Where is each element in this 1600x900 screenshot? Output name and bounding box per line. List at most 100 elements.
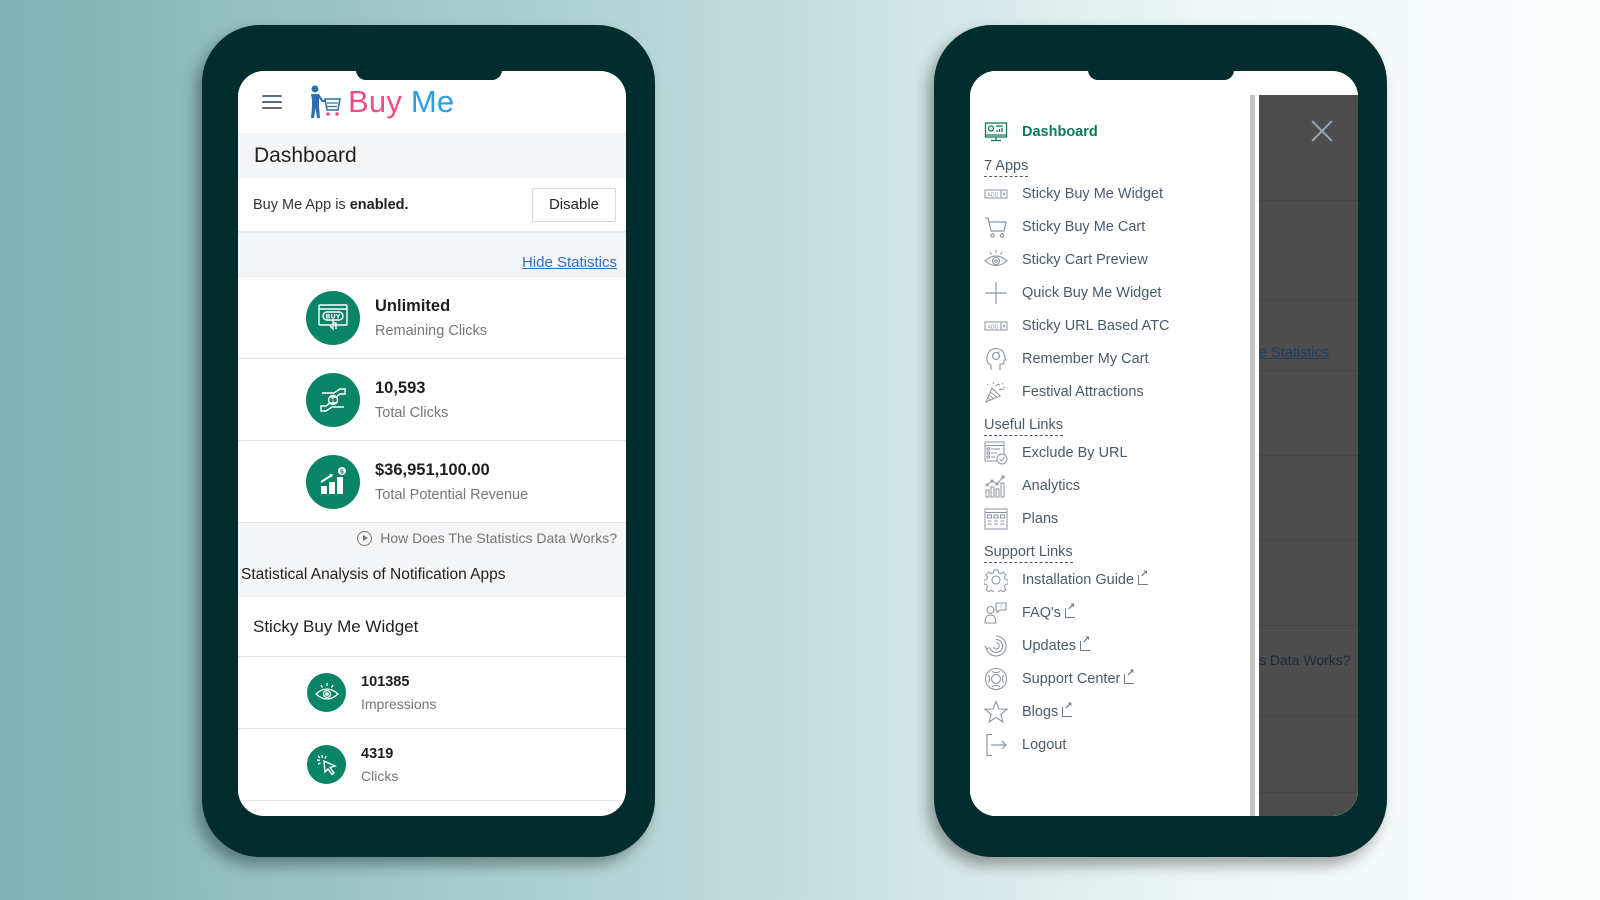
nav-item-label: Exclude By URL xyxy=(1022,444,1128,461)
svg-text:ADD: ADD xyxy=(987,192,998,198)
metric-label: Impressions xyxy=(361,695,437,712)
dashboard-monitor-icon xyxy=(984,120,1008,144)
stat-card-total-clicks: 1 10,593 Total Clicks xyxy=(238,359,626,441)
nav-item-updates[interactable]: Updates xyxy=(970,629,1250,662)
widget-metric-impressions: 101385 Impressions xyxy=(238,657,626,729)
nav-item-label: Sticky Buy Me Widget xyxy=(1022,185,1164,202)
buy-button-click-icon: BUY xyxy=(306,290,360,345)
nav-item-sticky-buy-me-widget[interactable]: ADD Sticky Buy Me Widget xyxy=(970,177,1250,210)
party-popper-icon xyxy=(984,380,1008,404)
faq-person-icon: ? xyxy=(984,601,1008,625)
page-title: Dashboard xyxy=(238,133,626,178)
external-link-icon xyxy=(1080,635,1090,651)
widget-metric-clicks: 4319 Clicks xyxy=(238,729,626,801)
nav-item-support-center[interactable]: Support Center xyxy=(970,662,1250,695)
hamburger-icon[interactable] xyxy=(262,95,282,109)
drawer-scrollbar[interactable] xyxy=(1250,95,1255,816)
external-link-icon xyxy=(1138,569,1148,585)
phone-frame-dashboard: Buy Me Dashboard Buy Me App is enabled. … xyxy=(202,25,655,857)
app-status-text: Buy Me App is enabled. xyxy=(253,196,409,213)
how-statistics-works-label: How Does The Statistics Data Works? xyxy=(380,530,617,546)
nav-item-label: Logout xyxy=(1022,736,1067,753)
app-logo: Buy Me xyxy=(306,84,454,120)
nav-item-sticky-cart-preview[interactable]: Sticky Cart Preview xyxy=(970,243,1250,276)
stat-label: Total Clicks xyxy=(375,404,449,421)
nav-item-label: FAQ's xyxy=(1022,604,1062,621)
nav-item-installation-guide[interactable]: Installation Guide xyxy=(970,563,1250,596)
nav-item-analytics[interactable]: Analytics xyxy=(970,469,1250,502)
nav-item-label: Blogs xyxy=(1022,703,1059,720)
svg-text:$: $ xyxy=(340,468,344,475)
logo-word-me: Me xyxy=(410,84,455,119)
logo-word-buy: Buy xyxy=(348,84,403,119)
lifebuoy-icon xyxy=(984,667,1008,691)
gear-icon xyxy=(984,568,1008,592)
nav-item-logout[interactable]: Logout xyxy=(970,728,1250,761)
status-state: enabled. xyxy=(349,196,409,213)
nav-item-remember-my-cart[interactable]: Remember My Cart xyxy=(970,342,1250,375)
logout-icon xyxy=(984,733,1008,757)
list-check-icon xyxy=(984,441,1008,465)
eye-icon xyxy=(307,673,346,712)
external-link-icon xyxy=(1062,701,1073,717)
nav-item-label: Analytics xyxy=(1022,477,1081,494)
disable-button[interactable]: Disable xyxy=(531,187,616,222)
stat-card-total-revenue: $ $36,951,100.00 Total Potential Revenue xyxy=(238,441,626,523)
hand-coin-icon: 1 xyxy=(306,372,360,427)
section-title-support-links: Support Links xyxy=(984,543,1073,563)
nav-item-plans[interactable]: Plans xyxy=(970,502,1250,535)
add-button-icon: ADD xyxy=(984,314,1008,338)
revenue-growth-chart-icon: $ xyxy=(306,454,360,509)
nav-item-festival-attractions[interactable]: Festival Attractions xyxy=(970,375,1250,408)
phone-frame-menu: e Statistics s Data Works? Dashboard 7 A… xyxy=(934,25,1387,857)
metric-value: 101385 xyxy=(361,673,410,690)
dimmed-how-it-works-text: s Data Works? xyxy=(1259,652,1351,668)
add-button-icon: ADD xyxy=(984,182,1008,206)
updates-refresh-icon xyxy=(984,634,1008,658)
cursor-click-icon xyxy=(307,745,346,784)
external-link-icon xyxy=(1065,602,1075,618)
nav-item-exclude-by-url[interactable]: Exclude By URL xyxy=(970,436,1250,469)
nav-item-blogs[interactable]: Blogs xyxy=(970,695,1250,728)
metric-value: 4319 xyxy=(361,745,394,762)
nav-item-sticky-buy-me-cart[interactable]: Sticky Buy Me Cart xyxy=(970,210,1250,243)
how-statistics-works-link[interactable]: How Does The Statistics Data Works? xyxy=(238,523,626,553)
navigation-drawer: Dashboard 7 Apps ADD Sticky Buy Me Widge… xyxy=(970,71,1250,816)
nav-item-label: Plans xyxy=(1022,510,1059,527)
svg-text:?: ? xyxy=(1000,604,1003,610)
analysis-section-title: Statistical Analysis of Notification App… xyxy=(238,553,626,597)
nav-item-label: Support Center xyxy=(1022,670,1121,687)
section-title-useful-links: Useful Links xyxy=(984,416,1063,436)
dashboard-screen: Buy Me Dashboard Buy Me App is enabled. … xyxy=(238,71,626,816)
stat-card-remaining-clicks: BUY Unlimited Remaining Clicks xyxy=(238,277,626,359)
dimmed-hide-statistics-link: e Statistics xyxy=(1259,345,1330,361)
nav-item-label: Quick Buy Me Widget xyxy=(1022,284,1162,301)
eye-icon xyxy=(984,248,1008,272)
stat-label: Total Potential Revenue xyxy=(375,486,529,503)
nav-item-label: Sticky Cart Preview xyxy=(1022,251,1148,268)
nav-item-faqs[interactable]: ? FAQ's xyxy=(970,596,1250,629)
play-circle-icon xyxy=(357,530,373,546)
stat-label: Remaining Clicks xyxy=(375,322,488,339)
star-icon xyxy=(984,699,1008,724)
stat-value: $36,951,100.00 xyxy=(375,460,490,479)
close-icon[interactable] xyxy=(1308,117,1336,145)
svg-text:ADD: ADD xyxy=(987,324,998,330)
head-memory-icon xyxy=(984,347,1008,371)
phone-notch xyxy=(355,70,502,80)
nav-item-label: Remember My Cart xyxy=(1022,350,1149,367)
nav-item-label: Updates xyxy=(1022,637,1077,654)
menu-screen: e Statistics s Data Works? Dashboard 7 A… xyxy=(970,71,1358,816)
app-header: Buy Me xyxy=(238,71,626,133)
app-status-bar: Buy Me App is enabled. Disable xyxy=(238,178,626,233)
stat-value: 10,593 xyxy=(375,378,426,397)
hide-statistics-link[interactable]: Hide Statistics xyxy=(522,254,617,271)
drawer-backdrop[interactable]: e Statistics s Data Works? xyxy=(1259,95,1358,816)
nav-item-label: Dashboard xyxy=(1022,124,1098,140)
nav-item-quick-buy-me-widget[interactable]: Quick Buy Me Widget xyxy=(970,276,1250,309)
nav-item-dashboard[interactable]: Dashboard xyxy=(970,115,1250,149)
nav-item-sticky-url-based-atc[interactable]: ADD Sticky URL Based ATC xyxy=(970,309,1250,342)
shopper-with-cart-icon xyxy=(311,85,341,118)
analytics-chart-icon xyxy=(984,474,1008,498)
widget-title: Sticky Buy Me Widget xyxy=(238,597,626,657)
